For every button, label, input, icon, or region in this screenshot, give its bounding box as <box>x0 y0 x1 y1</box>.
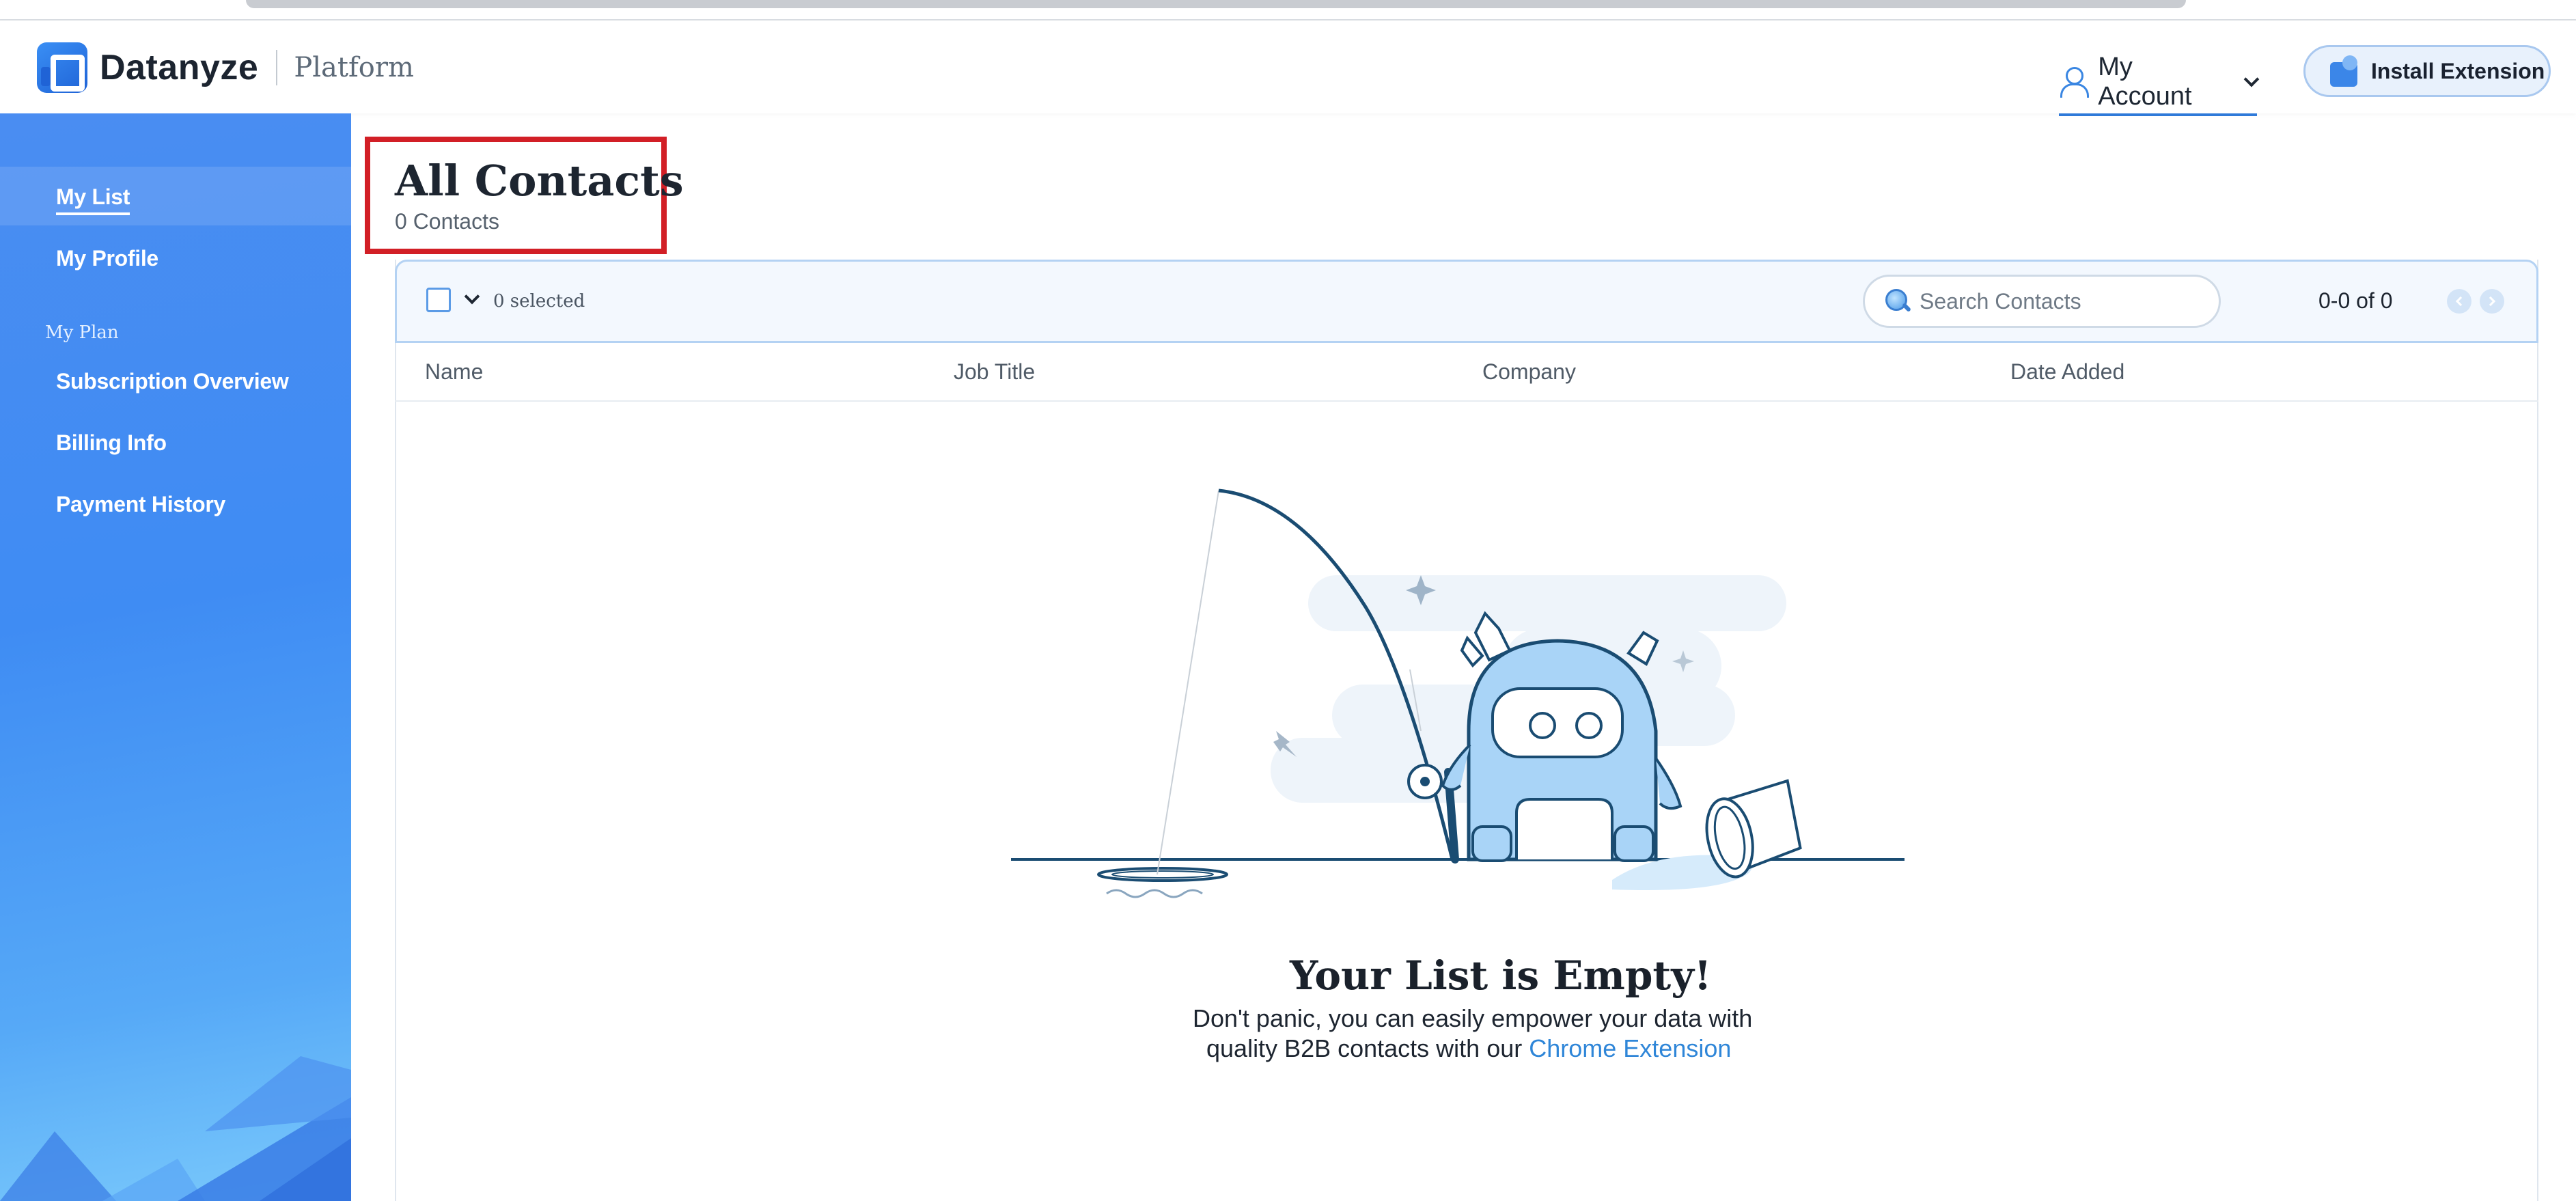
contacts-count: 0 Contacts <box>395 209 499 234</box>
my-account-menu[interactable]: My Account <box>2059 51 2260 116</box>
next-page-button[interactable] <box>2480 289 2504 314</box>
sidebar-item-my-list[interactable]: My List <box>56 184 130 215</box>
brand[interactable]: Datanyze Platform <box>37 42 414 93</box>
fishing-robot-illustration <box>1011 488 1905 898</box>
product-name: Platform <box>294 52 414 83</box>
selected-count: 0 selected <box>493 291 585 312</box>
search-input[interactable] <box>1920 284 2206 319</box>
sidebar-decoration <box>0 1056 351 1201</box>
sidebar-item-my-profile[interactable]: My Profile <box>56 246 158 271</box>
page-title: All Contacts <box>395 156 684 206</box>
puzzle-icon <box>2330 55 2363 87</box>
sidebar: My List My Profile My Plan Subscription … <box>0 113 351 1201</box>
pagination-text: 0-0 of 0 <box>2318 288 2393 313</box>
search-icon <box>1885 289 1907 311</box>
sidebar-active-highlight <box>0 167 351 225</box>
datanyze-logo-icon <box>37 42 87 93</box>
sidebar-item-billing-info[interactable]: Billing Info <box>56 430 167 456</box>
chevron-down-icon <box>2243 71 2260 87</box>
search-contacts[interactable] <box>1863 275 2221 328</box>
empty-state-line-2-prefix: quality B2B contacts with our <box>1206 1034 1523 1062</box>
header-divider <box>395 400 2538 402</box>
account-label: My Account <box>2098 53 2192 111</box>
sidebar-item-subscription-overview[interactable]: Subscription Overview <box>56 369 289 394</box>
column-header-job-title[interactable]: Job Title <box>954 359 1035 385</box>
column-header-company[interactable]: Company <box>1482 359 1576 385</box>
empty-state-line-1: Don't panic, you can easily empower your… <box>1193 1004 1753 1032</box>
column-header-date-added[interactable]: Date Added <box>2010 359 2124 385</box>
chrome-extension-link[interactable]: Chrome Extension <box>1529 1034 1731 1062</box>
sidebar-item-payment-history[interactable]: Payment History <box>56 492 225 517</box>
app-header: Datanyze Platform My Account Install Ext… <box>0 20 2576 116</box>
column-header-name[interactable]: Name <box>425 359 483 385</box>
user-icon <box>2059 67 2090 98</box>
install-extension-button[interactable]: Install Extension <box>2303 45 2551 97</box>
install-extension-label: Install Extension <box>2371 58 2545 83</box>
sidebar-section-my-plan: My Plan <box>45 322 119 343</box>
empty-state-title: Your List is Empty! <box>1290 952 1712 999</box>
prev-page-button[interactable] <box>2447 289 2471 314</box>
select-all-checkbox[interactable] <box>426 288 451 312</box>
brand-name: Datanyze <box>100 48 259 87</box>
browser-scrollbar[interactable] <box>246 0 2186 8</box>
empty-state-line-2: quality B2B contacts with our Chrome Ext… <box>1206 1034 1731 1063</box>
browser-top-strip <box>0 0 2576 20</box>
brand-divider <box>276 50 278 85</box>
